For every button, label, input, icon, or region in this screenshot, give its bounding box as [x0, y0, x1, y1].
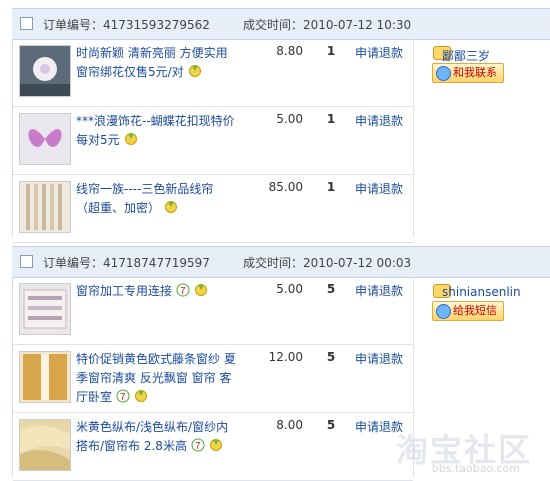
product-thumbnail[interactable] [19, 419, 71, 471]
quantity: 5 [326, 282, 336, 296]
seller-name[interactable]: shiniansenlin [442, 285, 521, 299]
refund-link[interactable]: 申请退款 [355, 282, 403, 299]
svg-text:7: 7 [120, 392, 126, 403]
chat-bubble-icon [436, 66, 451, 81]
order-item: 米黄色纵布/浅色纵布/窗纱内搭布/窗帘布 2.8米高 7 8.00 5 申请退款 [13, 413, 413, 481]
order-item: 特价促销黄色欧式藤条窗纱 夏季窗帘清爽 反光飘窗 窗帘 客厅卧室 7 12.00 … [13, 345, 413, 413]
svg-text:7: 7 [195, 441, 201, 452]
product-thumbnail[interactable] [19, 113, 71, 165]
refund-link[interactable]: 申请退款 [355, 44, 403, 61]
order-item: 线帘一族----三色新品线帘（超重、加密） 85.00 1 申请退款 [13, 175, 413, 243]
order-item: 窗帘加工专用连接 7 5.00 5 申请退款 [13, 277, 413, 345]
refund-link[interactable]: 申请退款 [355, 350, 403, 367]
contact-label: 和我联系 [453, 66, 497, 79]
seller-cell: 鄙鄙三岁 和我联系 [414, 39, 550, 237]
quantity: 5 [326, 418, 336, 432]
quantity: 1 [326, 112, 336, 126]
seven-day-icon: 7 [176, 283, 190, 297]
product-title[interactable]: ***浪漫饰花--蝴蝶花扣现特价每对5元 [76, 112, 236, 150]
gold-medal-icon [188, 65, 201, 77]
product-title[interactable]: 时尚新颖 清新亮丽 方便实用窗帘绑花仅售5元/对 [76, 44, 236, 82]
gold-medal-icon [135, 390, 148, 402]
refund-link[interactable]: 申请退款 [355, 112, 403, 129]
deal-time: 成交时间：2010-07-12 00:03 [243, 256, 412, 270]
product-thumbnail[interactable] [19, 181, 71, 233]
deal-time: 成交时间：2010-07-12 10:30 [243, 18, 412, 32]
product-title[interactable]: 窗帘加工专用连接 7 [76, 282, 236, 301]
unit-price: 12.00 [268, 350, 303, 364]
gold-medal-icon [165, 201, 178, 213]
product-thumbnail[interactable] [19, 351, 71, 403]
order-checkbox[interactable] [20, 17, 33, 30]
gold-medal-icon [124, 133, 137, 145]
seller-name[interactable]: 鄙鄙三岁 [442, 47, 490, 64]
gold-medal-icon [195, 284, 208, 296]
order-item: 时尚新颖 清新亮丽 方便实用窗帘绑花仅售5元/对 8.80 1 申请退款 [13, 39, 413, 107]
gold-medal-icon [209, 439, 222, 451]
order-items: 时尚新颖 清新亮丽 方便实用窗帘绑花仅售5元/对 8.80 1 申请退款 ***… [12, 39, 550, 243]
quantity: 5 [326, 350, 336, 364]
product-title[interactable]: 特价促销黄色欧式藤条窗纱 夏季窗帘清爽 反光飘窗 窗帘 客厅卧室 7 [76, 350, 236, 407]
quantity: 1 [326, 44, 336, 58]
order-number: 订单编号：41718747719597 [43, 256, 210, 270]
order-number: 订单编号：41731593279562 [43, 18, 210, 32]
product-thumbnail[interactable] [19, 283, 71, 335]
refund-link[interactable]: 申请退款 [355, 180, 403, 197]
product-thumbnail[interactable] [19, 45, 71, 97]
product-title[interactable]: 线帘一族----三色新品线帘（超重、加密） [76, 180, 236, 218]
quantity: 1 [326, 180, 336, 194]
order-header: 订单编号：41718747719597 成交时间：2010-07-12 00:0… [12, 246, 550, 278]
unit-price: 8.80 [276, 44, 303, 58]
unit-price: 8.00 [276, 418, 303, 432]
watermark-url: bbs.taobao.com [431, 462, 520, 475]
send-message-button[interactable]: 给我短信 [432, 301, 504, 321]
order-card: 订单编号：41731593279562 成交时间：2010-07-12 10:3… [0, 0, 550, 243]
svg-text:7: 7 [180, 286, 186, 297]
order-item: ***浪漫饰花--蝴蝶花扣现特价每对5元 5.00 1 申请退款 [13, 107, 413, 175]
seven-day-icon: 7 [116, 389, 130, 403]
contact-label: 给我短信 [453, 304, 497, 317]
seven-day-icon: 7 [191, 438, 205, 452]
unit-price: 85.00 [268, 180, 303, 194]
contact-seller-button[interactable]: 和我联系 [432, 63, 504, 83]
unit-price: 5.00 [276, 282, 303, 296]
product-title[interactable]: 米黄色纵布/浅色纵布/窗纱内搭布/窗帘布 2.8米高 7 [76, 418, 236, 456]
unit-price: 5.00 [276, 112, 303, 126]
order-header: 订单编号：41731593279562 成交时间：2010-07-12 10:3… [12, 8, 550, 40]
chat-bubble-icon [436, 304, 451, 319]
order-checkbox[interactable] [20, 255, 33, 268]
